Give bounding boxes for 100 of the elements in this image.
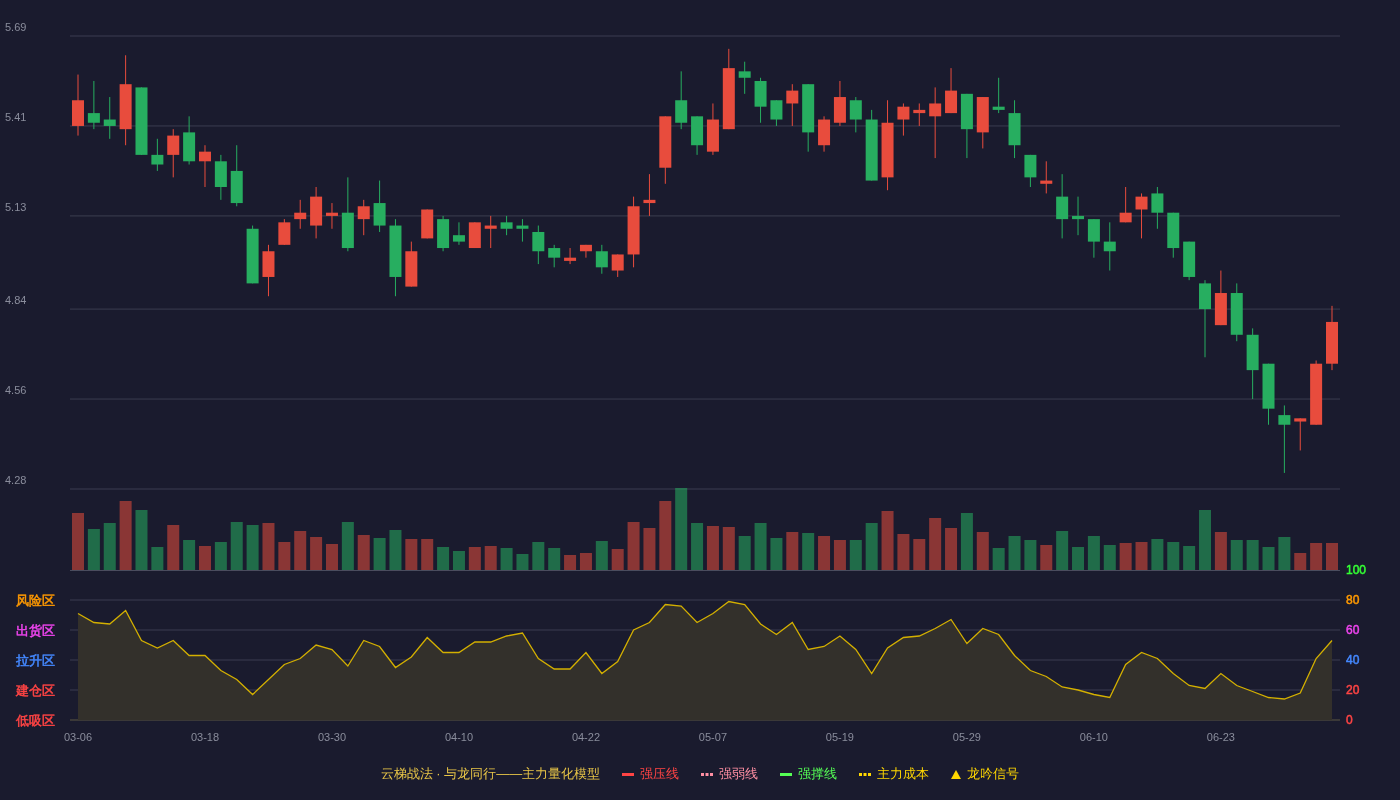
volume-bar	[1294, 553, 1307, 570]
volume-bar	[341, 522, 354, 570]
volume-bar	[786, 532, 799, 570]
candlestick	[262, 244, 275, 297]
volume-bar	[1024, 540, 1037, 570]
candlestick	[373, 180, 386, 233]
zone-label: 拉升区	[16, 653, 55, 668]
candlestick	[1135, 192, 1148, 239]
volume-bar	[960, 513, 973, 570]
volume-bar	[230, 522, 243, 570]
volume-bar	[357, 535, 370, 570]
legend-label: 主力成本	[877, 765, 930, 783]
candlestick	[643, 173, 656, 217]
volume-bar	[1040, 545, 1053, 570]
volume-bar	[643, 528, 656, 570]
candlestick	[151, 138, 164, 172]
volume-bar	[1167, 542, 1180, 570]
volume-bar	[373, 538, 386, 570]
volume-bar	[405, 539, 418, 570]
candlestick	[992, 77, 1005, 114]
volume-bar	[1008, 536, 1021, 570]
candlestick	[897, 102, 910, 137]
volume-bar	[167, 525, 180, 570]
volume-bar	[579, 553, 592, 570]
candlestick	[706, 102, 719, 156]
candlestick	[548, 244, 561, 268]
candlestick	[786, 83, 799, 127]
candlestick	[421, 209, 434, 239]
candlestick	[532, 225, 545, 265]
volume-bar	[1310, 543, 1323, 570]
candlestick	[579, 244, 592, 259]
axis-label: 03-30	[317, 731, 347, 743]
volume-bar	[246, 525, 259, 570]
axis-label: 4.28	[5, 474, 27, 486]
candlestick	[87, 80, 100, 130]
axis-label: 40	[1346, 653, 1360, 667]
volume-bar	[151, 547, 164, 570]
volume-bar	[500, 548, 513, 570]
axis-label: 80	[1346, 593, 1360, 607]
candlestick	[405, 241, 418, 288]
candlestick	[976, 96, 989, 149]
axis-label: 05-19	[825, 731, 854, 743]
volume-bar	[468, 547, 481, 570]
candlestick	[199, 144, 211, 188]
candlestick	[1214, 270, 1227, 326]
volume-bar	[754, 523, 767, 570]
volume-bar	[1278, 537, 1291, 570]
volume-bar	[199, 546, 211, 570]
volume-bar	[913, 539, 926, 570]
candlestick	[484, 215, 497, 249]
volume-bar	[802, 533, 815, 570]
candlestick	[103, 96, 116, 140]
volume-bar	[611, 549, 624, 570]
volume-bar	[437, 547, 450, 570]
volume-bar	[548, 548, 561, 570]
volume-bar	[770, 538, 783, 570]
candlestick	[675, 70, 688, 130]
volume-bar	[738, 536, 751, 570]
volume-bar	[897, 534, 910, 570]
candlestick	[1024, 154, 1037, 188]
candlestick	[659, 115, 672, 185]
candlestick	[1167, 212, 1180, 259]
volume-bar	[294, 531, 307, 570]
volume-bar	[484, 546, 497, 570]
axis-label: 20	[1346, 683, 1360, 697]
candlestick	[357, 199, 370, 236]
volume-bar	[722, 527, 735, 570]
candlestick	[627, 196, 640, 268]
axis-label: 03-18	[190, 731, 220, 743]
axis-label: 5.13	[5, 200, 27, 213]
volume-bar	[421, 539, 434, 570]
volume-bar	[278, 542, 291, 570]
volume-bar	[326, 544, 338, 570]
candlestick	[1119, 186, 1132, 223]
axis-label: 100	[1346, 563, 1367, 577]
candlestick	[1103, 221, 1116, 272]
volume-bar	[691, 523, 704, 570]
candlestick	[802, 83, 815, 153]
volume-bar	[976, 532, 989, 570]
volume-bar	[516, 554, 529, 570]
candlestick	[595, 244, 608, 275]
axis-label: 60	[1346, 623, 1360, 637]
volume-bar	[627, 522, 640, 570]
candlestick	[230, 144, 243, 207]
volume-bar	[595, 541, 608, 570]
volume-bar	[865, 523, 878, 570]
candlestick	[960, 93, 973, 159]
volume-bar	[103, 523, 116, 570]
volume-bar	[818, 536, 831, 570]
volume-bar	[1135, 542, 1148, 570]
axis-label: 04-10	[444, 731, 474, 743]
volume-bar	[119, 501, 132, 570]
candlestick	[833, 80, 846, 127]
candlestick	[1056, 173, 1069, 239]
candlestick	[1072, 196, 1085, 236]
volume-bar	[1072, 547, 1085, 570]
candlestick	[1183, 241, 1196, 281]
volume-bar	[1326, 543, 1338, 570]
candlestick	[310, 186, 323, 239]
volume-bar	[135, 510, 148, 570]
